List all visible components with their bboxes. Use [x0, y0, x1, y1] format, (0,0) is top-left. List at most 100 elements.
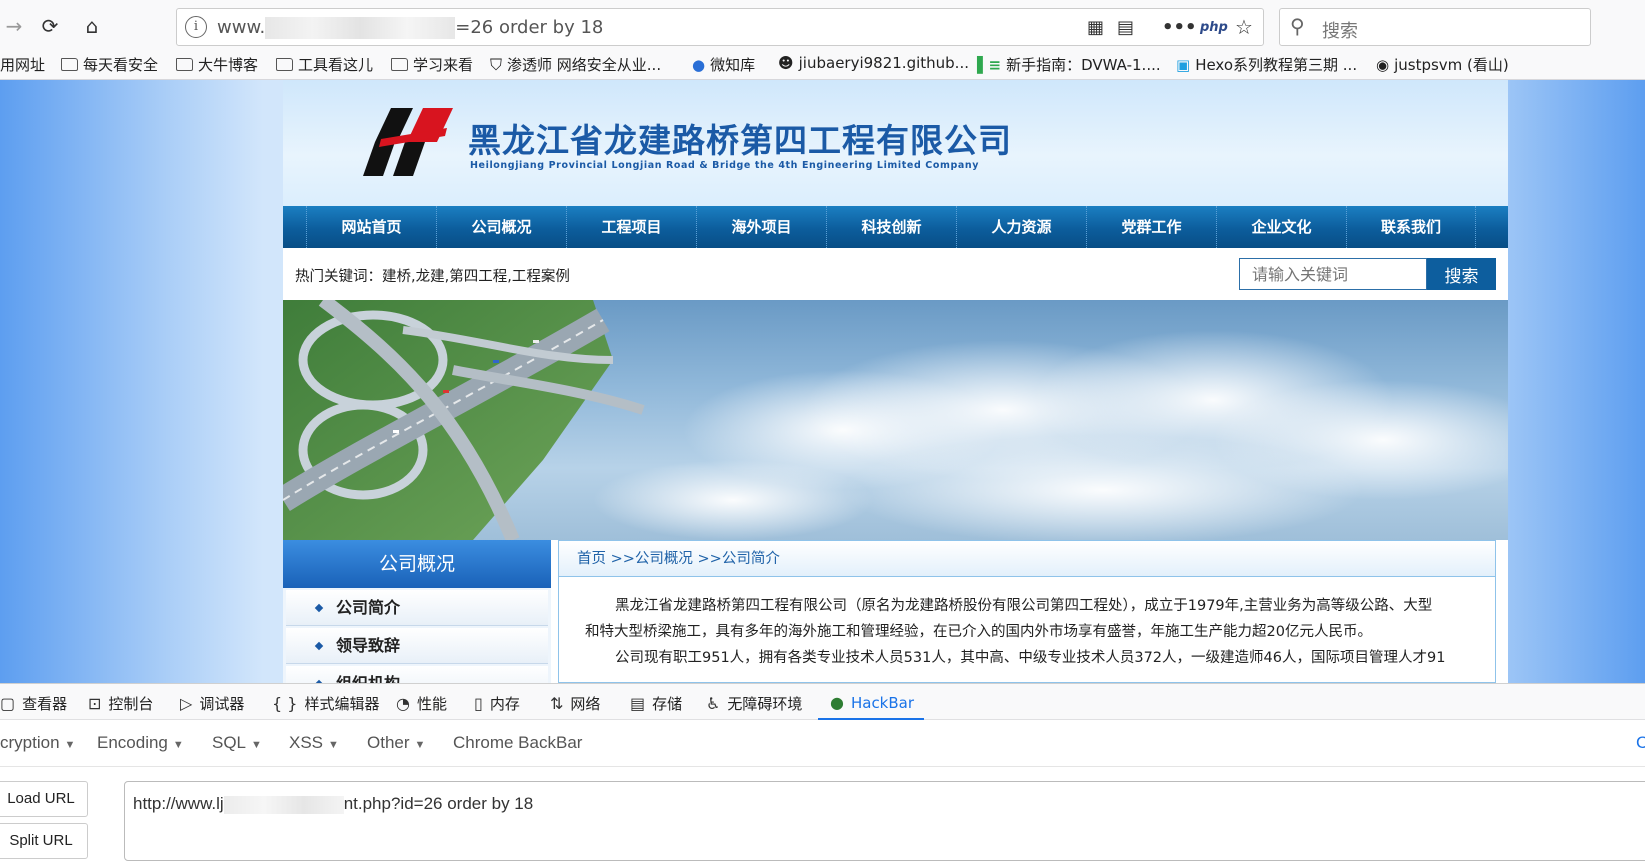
bookmark-folder[interactable]: 学习来看	[391, 54, 473, 75]
folder-icon	[276, 58, 293, 71]
green-bars-icon: ▌≡	[977, 55, 1002, 74]
banner-image	[283, 300, 1508, 540]
hackbar-menu: cryption ▼ Encoding ▼ SQL ▼ XSS ▼ Other ▼ Chr…	[0, 721, 1645, 767]
company-name: 黑龙江省龙建路桥第四工程有限公司	[468, 121, 1012, 160]
site-info-icon[interactable]: i	[185, 16, 207, 38]
highway-interchange-photo	[283, 300, 1508, 540]
tab-style-editor[interactable]: { } 样式编辑器	[272, 693, 379, 714]
tab-storage[interactable]: ▤ 存储	[630, 693, 682, 714]
forward-icon[interactable]: →	[0, 12, 28, 40]
nav-item-overview[interactable]: 公司概况	[436, 206, 566, 248]
network-arrows-icon: ⇅	[550, 694, 564, 713]
avatar-icon: ☻	[778, 54, 794, 72]
shield-icon: ⛉	[490, 54, 503, 74]
tab-accessibility[interactable]: ♿ 无障碍环境	[706, 693, 802, 714]
qr-code-icon[interactable]: ▦	[1087, 17, 1104, 38]
folder-icon	[61, 58, 78, 71]
nav-item-home[interactable]: 网站首页	[306, 206, 436, 248]
keyword-search-input[interactable]	[1239, 258, 1427, 290]
nav-item-innovation[interactable]: 科技创新	[826, 206, 956, 248]
accessibility-icon: ♿	[706, 694, 721, 713]
gauge-icon: ◔	[396, 694, 410, 713]
caret-down-icon: ▼	[251, 739, 262, 751]
page-actions-icon[interactable]: •••	[1162, 17, 1197, 38]
nav-item-hr[interactable]: 人力资源	[956, 206, 1086, 248]
content-panel: 首页 >>公司概况 >>公司简介 黑龙江省龙建路桥第四工程有限公司（原名为龙建路…	[558, 540, 1496, 683]
memory-chip-icon: ▯	[474, 694, 483, 713]
bookmark-item[interactable]: ◉ justpsvm (看山)	[1376, 54, 1509, 75]
company-logo[interactable]	[361, 106, 461, 178]
sidebar: 公司概况 公司简介 领导致辞 组织机构	[283, 540, 551, 683]
bookmark-item[interactable]: ⛉ 渗透师 网络安全从业...	[490, 54, 661, 75]
menu-other[interactable]: Other ▼	[367, 733, 425, 753]
folder-icon	[391, 58, 408, 71]
browser-toolbar: → ⟳ ⌂ i www. =26 order by 18 ▦ ▤ ••• php …	[0, 0, 1645, 80]
drop-icon: ●	[692, 55, 706, 74]
menu-encryption[interactable]: cryption ▼	[0, 733, 75, 753]
nav-item-culture[interactable]: 企业文化	[1216, 206, 1346, 248]
bookmark-item[interactable]: 用网址	[0, 54, 45, 75]
github-icon: ◉	[1376, 55, 1390, 74]
menu-xss[interactable]: XSS ▼	[289, 733, 339, 753]
sidebar-item-leadership[interactable]: 领导致辞	[286, 628, 548, 664]
devtools-panel: ▢ 查看器 ⊡ 控制台 ▷ 调试器 { } 样式编辑器 ◔ 性能 ▯ 内存 ⇅ 网络 ▤ 存储 …	[0, 683, 1645, 861]
intro-paragraph-line: 公司现有职工951人，拥有各类专业技术人员531人，其中高、中级专业技术人员37…	[615, 650, 1446, 666]
bookmark-star-icon[interactable]: ☆	[1235, 15, 1253, 39]
sidebar-item-organization[interactable]: 组织机构	[286, 666, 548, 683]
hot-keywords[interactable]: 热门关键词：建桥,龙建,第四工程,工程案例	[295, 265, 570, 286]
keyword-search-button[interactable]: 搜索	[1427, 258, 1496, 290]
nav-item-party[interactable]: 党群工作	[1086, 206, 1216, 248]
tv-icon: ▣	[1176, 55, 1191, 74]
menu-chrome-backbar[interactable]: Chrome BackBar	[453, 733, 582, 753]
sidebar-title: 公司概况	[283, 540, 551, 588]
braces-icon: { }	[272, 694, 298, 713]
caret-down-icon: ▼	[414, 739, 426, 751]
menu-encoding[interactable]: Encoding ▼	[97, 733, 184, 753]
bookmark-folder[interactable]: 每天看安全	[61, 54, 158, 75]
browser-search-box[interactable]: ⚲ 搜索	[1279, 8, 1591, 46]
tab-memory[interactable]: ▯ 内存	[474, 693, 520, 714]
reload-icon[interactable]: ⟳	[36, 12, 64, 40]
tab-console[interactable]: ⊡ 控制台	[88, 693, 153, 714]
split-url-button[interactable]: Split URL	[0, 823, 88, 859]
nav-item-overseas[interactable]: 海外项目	[696, 206, 826, 248]
bookmark-folder[interactable]: 大牛博客	[176, 54, 258, 75]
tab-network[interactable]: ⇅ 网络	[550, 693, 600, 714]
devtools-tabbar: ▢ 查看器 ⊡ 控制台 ▷ 调试器 { } 样式编辑器 ◔ 性能 ▯ 内存 ⇅ 网络 ▤ 存储 …	[0, 684, 1645, 720]
tab-inspector[interactable]: ▢ 查看器	[0, 693, 67, 714]
folder-icon	[176, 58, 193, 71]
bookmark-folder[interactable]: 工具看这儿	[276, 54, 373, 75]
bookmark-item[interactable]: ▌≡ 新手指南：DVWA-1....	[977, 54, 1161, 75]
home-icon[interactable]: ⌂	[78, 12, 106, 40]
console-icon: ⊡	[88, 694, 102, 713]
diamond-bullet-icon	[314, 641, 324, 651]
hackbar-globe-icon: ●	[830, 693, 844, 712]
nav-item-contact[interactable]: 联系我们	[1346, 206, 1476, 248]
bookmark-item[interactable]: ▣ Hexo系列教程第三期 ...	[1176, 54, 1357, 75]
diamond-bullet-icon	[314, 603, 324, 613]
nav-item-projects[interactable]: 工程项目	[566, 206, 696, 248]
inspector-icon: ▢	[0, 694, 16, 713]
breadcrumb[interactable]: 首页 >>公司概况 >>公司简介	[559, 541, 1495, 577]
company-site: 黑龙江省龙建路桥第四工程有限公司 Heilongjiang Provincial…	[283, 80, 1508, 683]
menu-overflow-edge: C	[1636, 733, 1645, 752]
bookmark-item[interactable]: ☻ jiubaeryi9821.github...	[778, 54, 969, 72]
tab-performance[interactable]: ◔ 性能	[396, 693, 447, 714]
php-extension-icon[interactable]: php	[1200, 20, 1228, 35]
keyword-bar: 热门关键词：建桥,龙建,第四工程,工程案例 搜索	[283, 248, 1508, 300]
bookmarks-toolbar: 用网址 每天看安全 大牛博客 工具看这儿 学习来看 ⛉ 渗透师 网络安全从业...…	[0, 52, 1645, 78]
site-header: 黑龙江省龙建路桥第四工程有限公司 Heilongjiang Provincial…	[283, 80, 1508, 206]
address-text[interactable]: www. =26 order by 18	[217, 17, 603, 39]
hackbar-url-textarea[interactable]: http://www.lj nt.php?id=26 order by 18	[124, 781, 1645, 861]
tab-debugger[interactable]: ▷ 调试器	[180, 693, 244, 714]
reader-view-icon[interactable]: ▤	[1117, 17, 1134, 38]
bookmark-item[interactable]: ● 微知库	[692, 54, 755, 75]
tab-hackbar[interactable]: ● HackBar	[830, 693, 914, 712]
sidebar-item-intro[interactable]: 公司简介	[286, 590, 548, 626]
load-url-button[interactable]: Load URL	[0, 781, 88, 817]
menu-sql[interactable]: SQL ▼	[212, 733, 262, 753]
debugger-icon: ▷	[180, 694, 193, 713]
address-bar[interactable]: i www. =26 order by 18 ▦ ▤ ••• php ☆	[176, 8, 1264, 46]
caret-down-icon: ▼	[64, 739, 76, 751]
caret-down-icon: ▼	[172, 739, 184, 751]
